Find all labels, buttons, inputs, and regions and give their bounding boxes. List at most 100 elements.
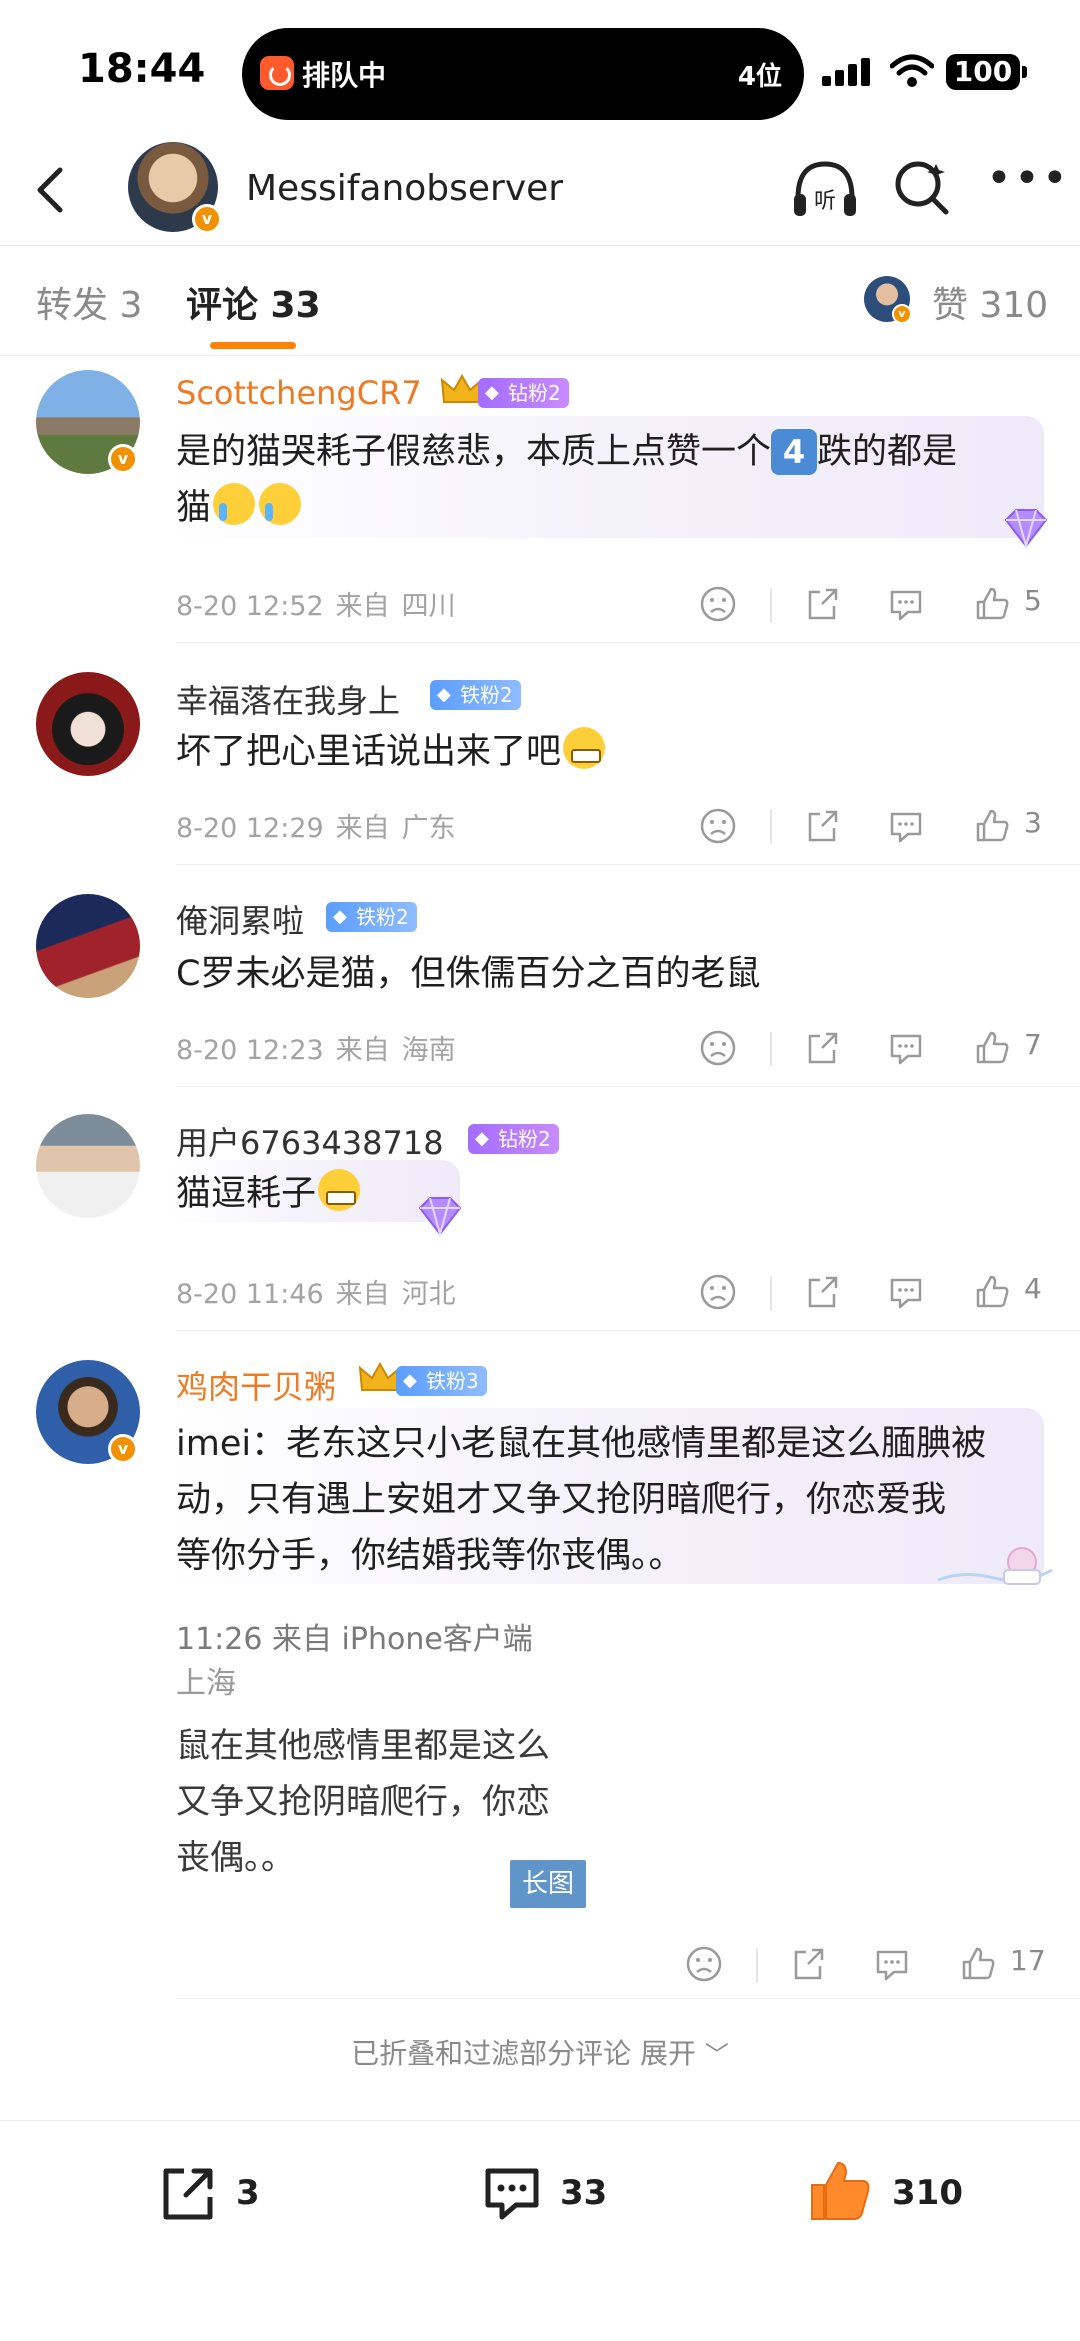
fan-level-badge: 铁粉2 — [326, 902, 417, 932]
tab-repost[interactable]: 转发 3 — [36, 276, 142, 328]
like-thumb-icon[interactable] — [972, 1272, 1012, 1312]
dislike-face-icon[interactable] — [698, 584, 738, 624]
folded-label: 已折叠和过滤部分评论 展开 — [351, 2037, 696, 2070]
back-icon[interactable] — [24, 160, 84, 220]
grinning-emoji-icon — [318, 1169, 361, 1211]
reply-icon[interactable] — [886, 806, 926, 846]
comment-region: 四川 — [401, 591, 456, 622]
comment-divider — [176, 642, 1080, 643]
share-icon[interactable] — [802, 584, 842, 624]
comment-actions: 5 — [690, 580, 1050, 630]
folded-comments-expand[interactable]: 已折叠和过滤部分评论 展开 ﹀ — [0, 2032, 1080, 2072]
comment-meta: 8-20 12:23 来自 海南 — [176, 1028, 468, 1067]
like-thumb-icon[interactable] — [972, 806, 1012, 846]
queue-status: 排队中 — [302, 59, 387, 92]
comment-source-label: 来自 — [335, 813, 390, 844]
share-icon[interactable] — [788, 1944, 828, 1984]
number-4-emoji: 4 — [771, 429, 818, 475]
comment-region: 河北 — [401, 1279, 456, 1310]
comment-text: C罗未必是猫，但侏儒百分之百的老鼠 — [176, 954, 761, 994]
commenter-name[interactable]: 用户6763438718 — [176, 1118, 444, 1164]
fan-level-badge: 铁粉3 — [396, 1366, 487, 1396]
comment-item: 用户6763438718 钻粉2 猫逗耗子 8-20 11:46 来自河北 4 — [0, 1088, 1080, 1332]
like-thumb-icon[interactable] — [958, 1944, 998, 1984]
reply-icon[interactable] — [872, 1944, 912, 1984]
like-thumb-icon[interactable] — [972, 584, 1012, 624]
comment-text: imei：老东这只小老鼠在其他感情里都是这么腼腆被 动，只有遇上安姐才又争又抢阴… — [176, 1416, 1046, 1584]
reply-icon[interactable] — [886, 584, 926, 624]
like-thumb-icon[interactable] — [972, 1028, 1012, 1068]
comment-region: 广东 — [401, 813, 456, 844]
comment-divider — [176, 864, 1080, 865]
verified-badge-icon: v — [108, 1434, 138, 1464]
comment-item: v ScottchengCR7 钻粉2 是的猫哭耗子假慈悲，本质上点赞一个4跌的… — [0, 356, 1080, 644]
comment-text-part: 跌的都是 — [817, 432, 958, 472]
commenter-avatar[interactable] — [36, 672, 140, 776]
comment-text-line: 动，只有遇上安姐才又争又抢阴暗爬行，你恋爱我 — [176, 1480, 947, 1520]
comment-count: 33 — [560, 2173, 608, 2213]
action-divider — [770, 588, 772, 622]
commenter-avatar[interactable] — [36, 1114, 140, 1218]
action-divider — [770, 1032, 772, 1066]
dislike-face-icon[interactable] — [698, 806, 738, 846]
like-count: 5 — [1024, 584, 1042, 617]
comment-text-line: imei：老东这只小老鼠在其他感情里都是这么腼腆被 — [176, 1424, 987, 1464]
comment-item: 俺洞累啦 铁粉2 C罗未必是猫，但侏儒百分之百的老鼠 8-20 12:23 来自海… — [0, 866, 1080, 1088]
commenter-avatar[interactable] — [36, 894, 140, 998]
comment-item: v 鸡肉干贝粥 铁粉3 imei：老东这只小老鼠在其他感情里都是这么腼腆被 动，… — [0, 1332, 1080, 2000]
reply-icon[interactable] — [886, 1272, 926, 1312]
comment-date: 8-20 11:46 — [176, 1279, 324, 1310]
like-button[interactable]: 310 — [806, 2161, 976, 2231]
author-name[interactable]: Messifanobserver — [246, 168, 563, 209]
fan-level-badge: 钻粉2 — [478, 378, 569, 408]
verified-badge-icon: v — [108, 444, 138, 474]
listen-headphone-icon[interactable]: 听 — [790, 156, 860, 220]
dynamic-island[interactable]: 排队中 4位 — [242, 28, 804, 120]
comment-meta: 8-20 12:52 来自 四川 — [176, 584, 468, 623]
comment-date: 8-20 12:52 — [176, 591, 324, 622]
comment-button[interactable]: 33 — [480, 2161, 640, 2231]
comment-meta: 8-20 11:46 来自 河北 — [176, 1272, 468, 1311]
more-options-icon[interactable]: ••• — [986, 157, 1068, 208]
laughing-tears-emoji-icon — [563, 727, 606, 769]
reply-icon[interactable] — [886, 1028, 926, 1068]
comment-source-label: 来自 — [335, 1035, 390, 1066]
verified-badge-icon: v — [192, 204, 222, 234]
commenter-name[interactable]: 幸福落在我身上 — [176, 676, 400, 722]
comment-meta: 8-20 12:29 来自 广东 — [176, 806, 468, 845]
author-avatar[interactable]: v — [128, 142, 222, 234]
dislike-face-icon[interactable] — [698, 1028, 738, 1068]
ribbon-decoration-icon — [937, 1547, 1053, 1585]
commenter-name[interactable]: ScottchengCR7 — [176, 374, 422, 412]
tab-likes[interactable]: 赞 310 — [932, 276, 1048, 328]
interaction-tabs: 转发 3 评论 33 v 赞 310 — [0, 246, 1080, 356]
share-icon[interactable] — [802, 1028, 842, 1068]
comment-source-label: 来自 — [335, 1279, 390, 1310]
comment-divider — [176, 1998, 1080, 1999]
comment-source-label: 来自 — [335, 591, 390, 622]
dislike-face-icon[interactable] — [684, 1944, 724, 1984]
comment-text: 坏了把心里话说出来了吧 — [176, 724, 607, 780]
commenter-name[interactable]: 鸡肉干贝粥 — [176, 1362, 336, 1408]
comment-date: 8-20 12:29 — [176, 813, 324, 844]
commenter-name[interactable]: 俺洞累啦 — [176, 896, 304, 942]
diamond-decoration-icon — [1004, 509, 1048, 550]
chevron-down-icon: ﹀ — [704, 2041, 729, 2069]
tab-comments[interactable]: 评论 33 — [186, 276, 321, 328]
like-count: 7 — [1024, 1028, 1042, 1061]
repost-button[interactable]: 3 — [156, 2161, 296, 2231]
share-icon[interactable] — [802, 806, 842, 846]
image-text-line: 又争又抢阴暗爬行，你恋 — [176, 1782, 550, 1822]
search-icon[interactable] — [892, 158, 952, 218]
comment-date: 8-20 12:23 — [176, 1035, 324, 1066]
crying-emoji-icon — [259, 483, 302, 525]
comment-text: 是的猫哭耗子假慈悲，本质上点赞一个 4 跌的都是 猫 — [176, 424, 1036, 536]
like-count: 17 — [1010, 1944, 1046, 1977]
long-image-tag[interactable]: 长图 — [510, 1860, 586, 1908]
battery-indicator: 100 — [946, 54, 1027, 90]
share-icon[interactable] — [802, 1272, 842, 1312]
dislike-face-icon[interactable] — [698, 1272, 738, 1312]
crying-emoji-icon — [213, 483, 256, 525]
verified-badge-icon: v — [892, 304, 912, 324]
comment-divider — [176, 1330, 1080, 1331]
